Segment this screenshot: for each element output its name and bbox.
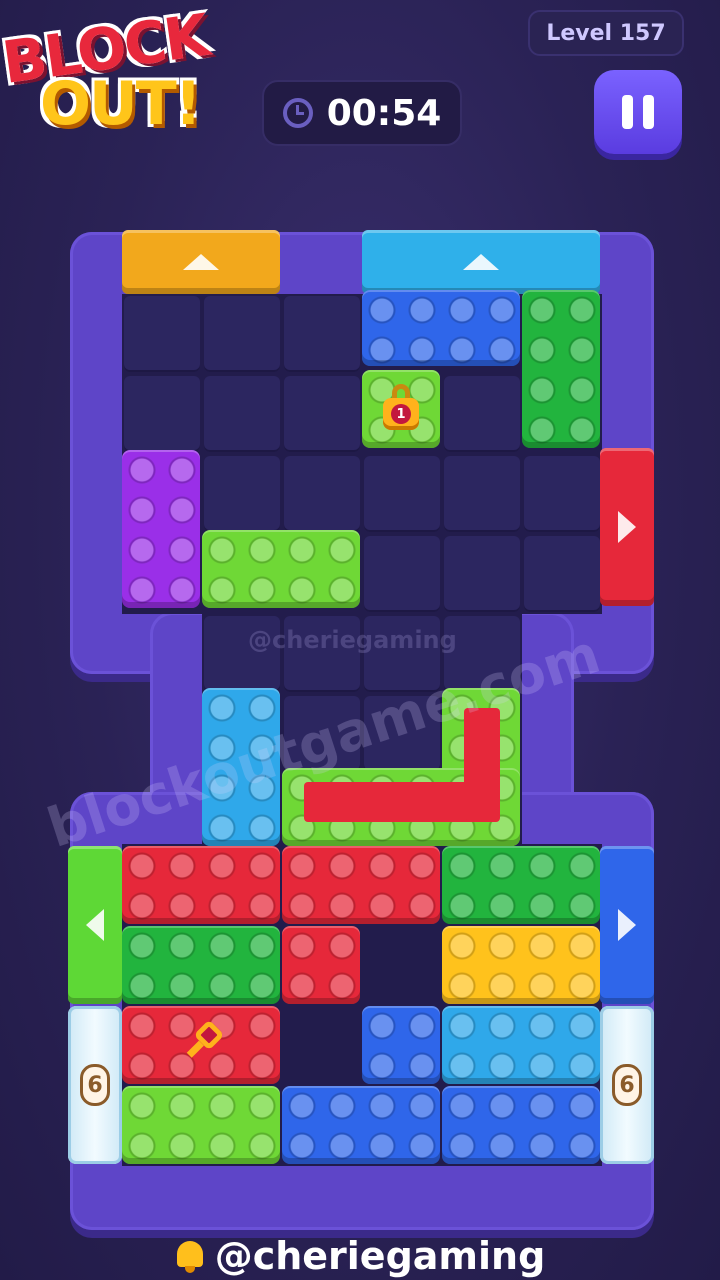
watermark-handle: @cheriegaming (248, 626, 457, 654)
block-blue-l[interactable] (282, 1086, 440, 1164)
block-yellow[interactable] (442, 926, 600, 1004)
ice-gate-right: 6 (600, 1006, 654, 1164)
arrow-right-icon (618, 909, 636, 941)
arrow-up-icon (183, 254, 219, 270)
lock-icon: 1 (383, 384, 419, 430)
block-lime-locked[interactable]: 1 (362, 370, 440, 448)
logo-line-out: OUT! (40, 69, 202, 139)
board-cell (124, 296, 200, 372)
arrow-up-icon (463, 254, 499, 270)
footer-handle: @cheriegaming (214, 1234, 546, 1278)
block-cyan[interactable] (442, 1006, 600, 1084)
bell-icon (175, 1239, 205, 1273)
clock-icon (282, 98, 313, 128)
block-red-key[interactable] (122, 1006, 280, 1084)
exit-gate-cyan (362, 230, 600, 294)
exit-gate-red (600, 448, 654, 606)
block-purple[interactable] (122, 450, 200, 608)
board-cell (524, 456, 600, 532)
timer-value: 00:54 (326, 92, 442, 134)
board-cell (444, 536, 520, 612)
block-green[interactable] (522, 290, 600, 448)
level-indicator: Level 157 (528, 10, 684, 56)
exit-gate-blue (600, 846, 654, 1004)
block-blue-l[interactable] (362, 1006, 440, 1084)
board-cell (204, 296, 280, 372)
block-green[interactable] (122, 926, 280, 1004)
block-blue[interactable] (442, 1086, 600, 1164)
ice-gate-left: 6 (68, 1006, 122, 1164)
board-cell (284, 296, 360, 372)
footer-credit: @cheriegaming (0, 1232, 720, 1280)
board-cell (364, 536, 440, 612)
block-red[interactable] (122, 846, 280, 924)
board-cell (284, 376, 360, 452)
ice-counter: 6 (80, 1064, 110, 1106)
board-cell (124, 376, 200, 452)
block-lime[interactable] (202, 530, 360, 608)
board-cell (204, 456, 280, 532)
block-red-l[interactable] (282, 846, 440, 924)
block-lime[interactable] (122, 1086, 280, 1164)
board-cell (444, 456, 520, 532)
arrow-left-icon (86, 909, 104, 941)
exit-gate-yellow (122, 230, 280, 294)
arrow-right-icon (618, 511, 636, 543)
timer: 00:54 (262, 80, 462, 146)
block-red-l[interactable] (282, 926, 360, 1004)
board-cell (444, 376, 520, 452)
board-cell (524, 536, 600, 612)
pause-button[interactable] (594, 70, 682, 154)
board-cell (284, 456, 360, 532)
exit-gate-lime (68, 846, 122, 1004)
ice-counter: 6 (612, 1064, 642, 1106)
pause-icon (622, 95, 654, 129)
lock-counter: 1 (391, 404, 411, 424)
game-logo: BLOCK OUT! (0, 0, 262, 150)
block-green[interactable] (442, 846, 600, 924)
key-icon (180, 1019, 225, 1064)
block-blue[interactable] (362, 290, 520, 366)
board-cell (364, 456, 440, 532)
board-cell (204, 376, 280, 452)
